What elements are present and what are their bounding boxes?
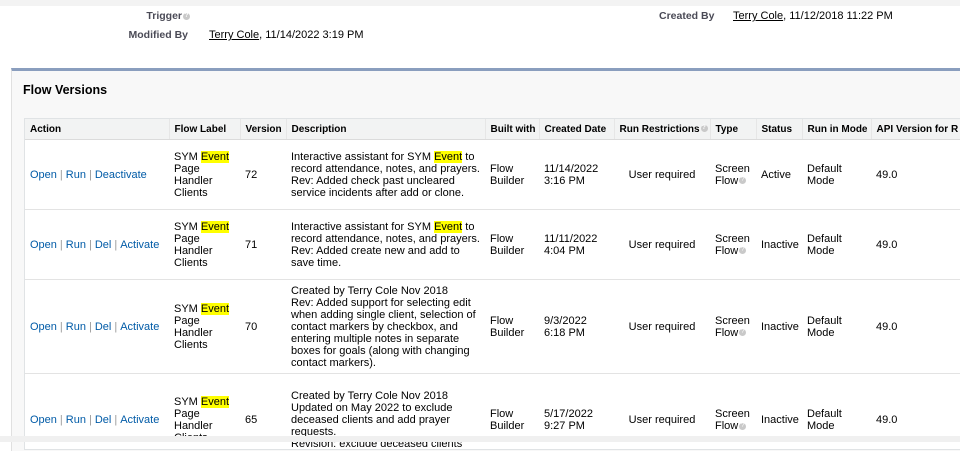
table-row: Open | Run | Del | Activate SYM Event Page Han… — [25, 279, 960, 374]
created-date-cell: 9/3/2022 6:18 PM — [539, 279, 614, 374]
activate-link[interactable]: Activate — [120, 414, 159, 426]
api-version-cell: 49.0 — [871, 139, 960, 210]
version-cell: 70 — [240, 279, 286, 374]
col-header-run-in-mode[interactable]: Run in Mode — [801, 119, 871, 140]
open-link[interactable]: Open — [30, 169, 57, 181]
delete-link[interactable]: Del — [95, 321, 112, 333]
help-icon[interactable]: ? — [739, 247, 747, 255]
run-restrictions-cell: User required — [614, 209, 710, 280]
help-icon[interactable]: ? — [739, 329, 747, 337]
run-restrictions-cell: User required — [614, 279, 710, 374]
api-version-cell: 49.0 — [871, 209, 960, 280]
deactivate-link[interactable]: Deactivate — [95, 169, 147, 181]
built-with-cell: Flow Builder — [485, 139, 539, 210]
col-header-type[interactable]: Type — [709, 119, 756, 140]
description-cell: Created by Terry Cole Nov 2018 Rev: Added… — [286, 279, 485, 374]
activate-link[interactable]: Activate — [120, 239, 159, 251]
run-in-mode-cell: Default Mode — [802, 209, 871, 280]
help-icon[interactable]: ? — [700, 125, 708, 133]
version-cell: 71 — [240, 209, 286, 280]
open-link[interactable]: Open — [30, 239, 57, 251]
delete-link[interactable]: Del — [95, 239, 112, 251]
table-row: Open | Run | Deactivate SYM Event Page Handl… — [25, 139, 960, 210]
bottom-strip — [0, 436, 960, 442]
help-icon[interactable]: ? — [739, 177, 747, 185]
open-link[interactable]: Open — [30, 321, 57, 333]
col-header-flow-label[interactable]: Flow Label — [168, 119, 240, 140]
col-header-api-version[interactable]: API Version for R — [870, 119, 960, 140]
created-date-cell: 11/14/2022 3:16 PM — [539, 139, 614, 210]
flow-versions-panel: Flow Versions Action Flow Label Version … — [11, 68, 960, 451]
status-cell: Inactive — [756, 209, 802, 280]
modified-by-label: Modified By — [128, 29, 189, 41]
flow-label-cell: SYM Event Page Handler Clients — [169, 139, 240, 210]
created-by-value: Terry Cole, 11/12/2018 11:22 PM — [733, 10, 893, 22]
col-header-action[interactable]: Action — [25, 119, 169, 140]
col-header-version[interactable]: Version — [239, 119, 286, 140]
type-cell: Screen Flow? — [710, 209, 756, 280]
col-header-run-restrictions[interactable]: Run Restrictions? — [613, 119, 710, 140]
description-cell: Interactive assistant for SYM Event to r… — [286, 139, 485, 210]
modified-by-value: Terry Cole, 11/14/2022 3:19 PM — [209, 29, 364, 41]
created-by-user-link[interactable]: Terry Cole — [733, 10, 783, 22]
flow-label-cell: SYM Event Page Handler Clients — [169, 209, 240, 280]
col-header-status[interactable]: Status — [755, 119, 802, 140]
run-link[interactable]: Run — [66, 239, 86, 251]
type-cell: Screen Flow? — [710, 139, 756, 210]
help-icon[interactable]: ? — [183, 12, 190, 20]
run-restrictions-cell: User required — [614, 139, 710, 210]
row-actions: Open | Run | Deactivate — [25, 139, 169, 210]
row-actions: Open | Run | Del | Activate — [25, 209, 169, 280]
row-actions: Open | Run | Del | Activate — [25, 279, 169, 374]
table-row: Open | Run | Del | Activate SYM Event Page Han… — [25, 209, 960, 280]
col-header-created-date[interactable]: Created Date — [538, 119, 614, 140]
type-cell: Screen Flow? — [710, 279, 756, 374]
created-date-cell: 11/11/2022 4:04 PM — [539, 209, 614, 280]
col-header-description[interactable]: Description — [285, 119, 485, 140]
description-cell: Interactive assistant for SYM Event to r… — [286, 209, 485, 280]
flow-versions-table: Action Flow Label Version Description Bu… — [25, 119, 960, 449]
trigger-label: Trigger? — [146, 10, 190, 22]
created-by-label: Created By — [659, 10, 715, 22]
flow-label-cell: SYM Event Page Handler Clients — [169, 279, 240, 374]
section-title: Flow Versions — [23, 83, 108, 97]
flow-detail-section: Trigger? Created By Terry Cole, 11/12/20… — [0, 6, 960, 66]
version-cell: 72 — [240, 139, 286, 210]
modified-by-user-link[interactable]: Terry Cole — [209, 29, 259, 41]
delete-link[interactable]: Del — [95, 414, 112, 426]
activate-link[interactable]: Activate — [120, 321, 159, 333]
col-header-built-with[interactable]: Built with — [484, 119, 539, 140]
built-with-cell: Flow Builder — [485, 209, 539, 280]
run-link[interactable]: Run — [66, 169, 86, 181]
status-cell: Inactive — [756, 279, 802, 374]
run-in-mode-cell: Default Mode — [802, 279, 871, 374]
table-header-row: Action Flow Label Version Description Bu… — [25, 119, 960, 140]
run-link[interactable]: Run — [66, 414, 86, 426]
run-in-mode-cell: Default Mode — [802, 139, 871, 210]
open-link[interactable]: Open — [30, 414, 57, 426]
flow-versions-table-wrap: Action Flow Label Version Description Bu… — [24, 118, 960, 450]
built-with-cell: Flow Builder — [485, 279, 539, 374]
status-cell: Active — [756, 139, 802, 210]
api-version-cell: 49.0 — [871, 279, 960, 374]
help-icon[interactable]: ? — [739, 422, 747, 430]
run-link[interactable]: Run — [66, 321, 86, 333]
